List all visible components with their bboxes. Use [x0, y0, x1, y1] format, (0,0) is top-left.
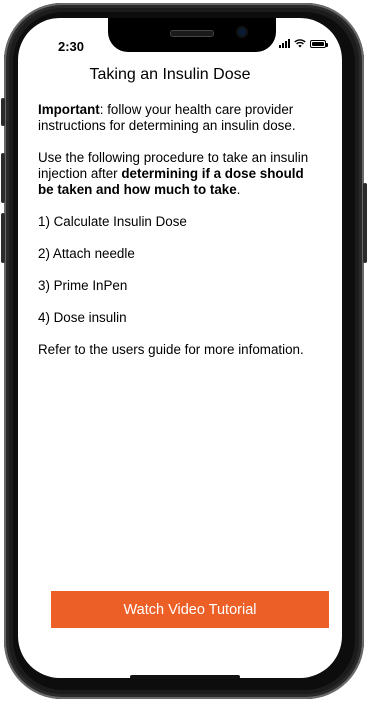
volume-down-button	[1, 213, 5, 263]
important-label: Important	[38, 102, 100, 117]
silent-switch	[1, 98, 5, 126]
step-2: 2) Attach needle	[38, 246, 135, 261]
battery-icon	[310, 40, 328, 48]
signal-bars-icon	[279, 38, 290, 48]
phone-screen: 2:30 Taking an Insulin Dose Important: f…	[18, 18, 342, 678]
volume-up-button	[1, 153, 5, 203]
step-4: 4) Dose insulin	[38, 310, 127, 325]
speaker-icon	[170, 30, 214, 37]
procedure-period: .	[236, 182, 241, 197]
status-icons	[279, 38, 328, 48]
home-indicator[interactable]	[130, 675, 240, 679]
page-title: Taking an Insulin Dose	[89, 66, 251, 83]
important-paragraph: Important: follow your health care provi…	[38, 102, 314, 134]
procedure-paragraph: Use the following procedure to take an i…	[38, 150, 314, 198]
step-1: 1) Calculate Insulin Dose	[38, 214, 187, 229]
watch-video-tutorial-button[interactable]: Watch Video Tutorial	[51, 591, 329, 628]
users-guide-note: Refer to the users guide for more infoma…	[38, 342, 304, 357]
notch	[108, 18, 276, 52]
wifi-icon	[294, 39, 306, 48]
main-content: Taking an Insulin Dose Important: follow…	[38, 66, 314, 374]
power-button	[363, 183, 367, 263]
step-3: 3) Prime InPen	[38, 278, 128, 293]
status-time: 2:30	[58, 39, 85, 54]
front-camera-icon	[238, 28, 246, 36]
